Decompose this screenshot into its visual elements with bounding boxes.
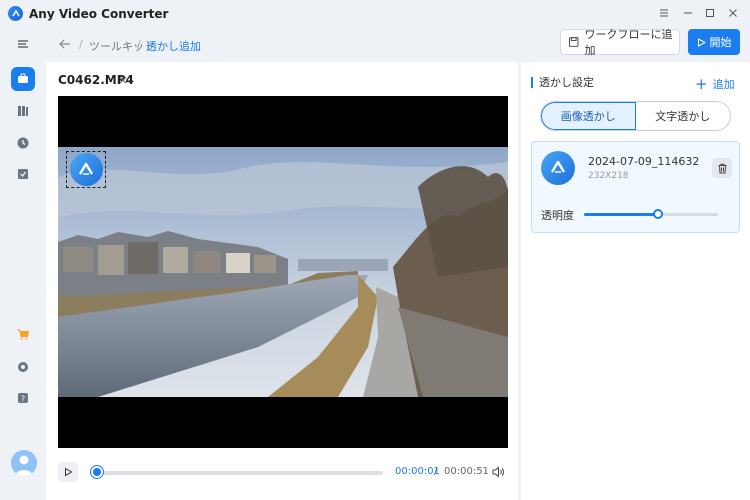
volume-icon[interactable] [491,465,505,479]
watermark-name: 2024-07-09_114632 [588,155,700,168]
add-to-workflow-button[interactable]: ワークフローに追加 [560,28,680,57]
breadcrumb-separator: / [79,38,83,51]
video-editor-panel: C0462.MP4 × 00:00:01 / 00:00:51 [46,62,518,500]
total-time: 00:00:51 [444,466,489,477]
tab-text-watermark[interactable]: 文字透かし [636,102,731,130]
play-button[interactable] [58,462,78,482]
watermark-thumbnail-icon [541,151,575,185]
maximize-icon[interactable] [703,6,717,20]
minimize-icon[interactable] [681,6,695,20]
watermark-size: 232X218 [588,171,629,181]
add-watermark-button[interactable]: + 追加 [695,76,735,92]
time-separator: / [434,466,438,477]
menu-kebab-icon[interactable] [657,6,671,20]
help-icon[interactable]: ? [11,386,35,410]
breadcrumb-current: 透かし追加 [146,40,201,53]
watermark-overlay[interactable] [66,151,106,188]
add-label: 追加 [712,78,735,91]
progress-thumb[interactable] [90,466,103,478]
watermark-card[interactable]: 2024-07-09_114632 232X218 透明度 [531,141,740,233]
video-preview[interactable] [58,96,508,448]
history-icon[interactable] [11,131,35,155]
app-title: Any Video Converter [29,7,169,21]
settings-icon[interactable] [11,355,35,379]
svg-text:?: ? [21,395,25,404]
header-bar: / ツールキット / 透かし追加 ワークフローに追加 開始 [46,28,750,62]
plus-icon: + [695,74,708,93]
watermark-logo-icon [69,153,103,186]
start-button[interactable]: 開始 [688,29,740,55]
menu-icon[interactable] [11,32,35,56]
watermark-settings-panel: 透かし設定 + 追加 画像透かし 文字透かし 2024-07-09_114632… [521,62,750,500]
progress-track[interactable] [91,471,383,475]
play-icon [697,37,706,47]
library-icon[interactable] [11,99,35,123]
left-sidebar: ? [0,28,46,500]
opacity-label: 透明度 [541,209,574,222]
add-to-workflow-label: ワークフローに追加 [584,28,673,57]
opacity-slider-fill [584,213,659,216]
toolbox-icon[interactable] [11,67,35,91]
playback-controls: 00:00:01 / 00:00:51 [58,462,508,484]
video-frame [58,147,508,397]
save-icon [568,37,579,47]
breadcrumb-separator: / [137,38,141,51]
start-label: 開始 [709,36,732,49]
watermark-type-tabs: 画像透かし 文字透かし [540,101,731,131]
delete-watermark-button[interactable] [712,158,732,178]
opacity-slider-thumb[interactable] [653,209,664,219]
title-bar: Any Video Converter [0,0,750,28]
tab-image-watermark[interactable]: 画像透かし [541,102,636,130]
opacity-slider[interactable] [584,209,718,219]
close-file-icon[interactable]: × [118,73,128,87]
app-logo-icon [8,6,23,21]
panel-title: 透かし設定 [531,77,594,88]
user-avatar[interactable] [11,450,37,476]
trash-icon [718,163,726,173]
back-arrow-icon[interactable] [58,37,72,51]
close-icon[interactable] [726,6,740,20]
task-icon[interactable] [11,162,35,186]
cart-icon[interactable] [11,322,35,346]
